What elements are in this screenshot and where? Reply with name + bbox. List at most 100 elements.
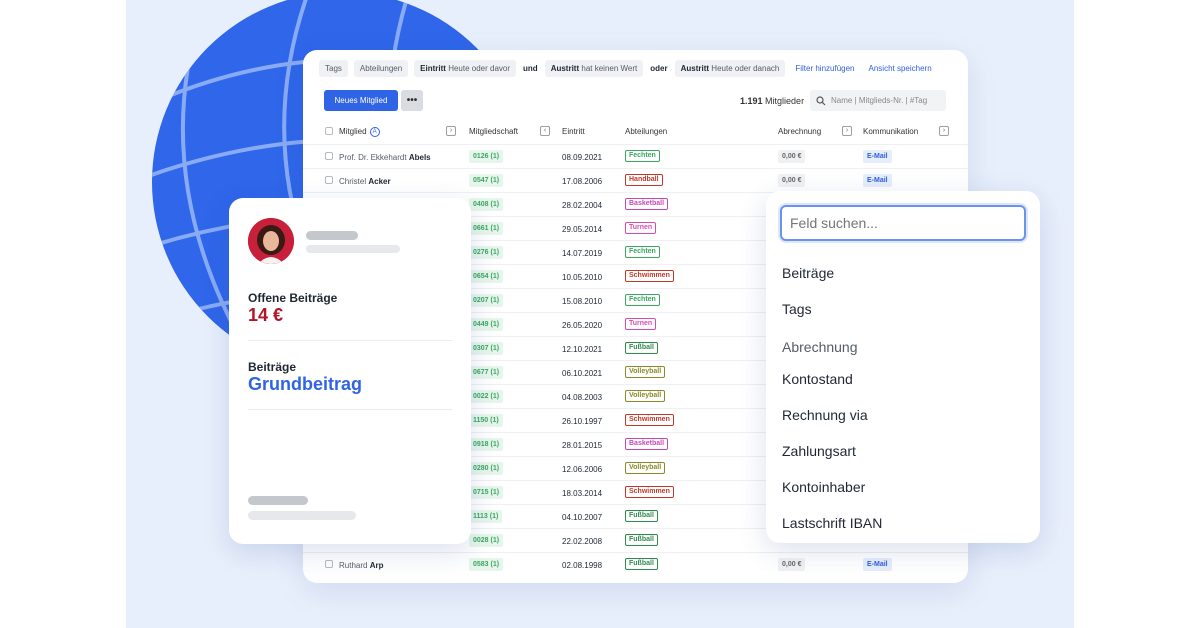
field-option[interactable]: Kontoinhaber — [782, 479, 865, 495]
department-tag: Fußball — [625, 342, 658, 354]
row-checkbox[interactable] — [325, 560, 333, 568]
entry-date: 12.06.2006 — [562, 465, 603, 474]
contributions-value[interactable]: Grundbeitrag — [248, 374, 362, 395]
member-name[interactable]: Christel Acker — [339, 177, 391, 186]
member-count: 1.191 Mitglieder — [740, 96, 804, 106]
entry-date: 29.05.2014 — [562, 225, 603, 234]
department-tag: Basketball — [625, 438, 669, 450]
entry-date: 28.02.2004 — [562, 201, 603, 210]
department-tag: Handball — [625, 174, 663, 186]
entry-date: 02.08.1998 — [562, 561, 603, 570]
table-row[interactable]: Christel Acker 0547 (1) 17.08.2006 Handball… — [303, 168, 968, 192]
department-tag: Fechten — [625, 150, 660, 162]
entry-date: 04.10.2007 — [562, 513, 603, 522]
select-all-checkbox[interactable] — [325, 127, 333, 135]
filter-austritt-value: hat keinen Wert — [581, 63, 638, 73]
more-actions-button[interactable]: ••• — [401, 90, 423, 111]
column-collapse-icon[interactable]: › — [446, 126, 456, 136]
communication-badge: E-Mail — [863, 150, 892, 163]
member-last-name: Abels — [408, 153, 431, 162]
name-placeholder — [306, 231, 358, 240]
department-tag: Basketball — [625, 198, 669, 210]
membership-badge: 0583 (1) — [469, 558, 504, 571]
table-row[interactable]: Prof. Dr. Ekkehardt Abels 0126 (1) 08.09.2… — [303, 144, 968, 168]
membership-badge: 0028 (1) — [469, 534, 504, 547]
balance-badge: 0,00 € — [778, 174, 806, 187]
column-kommunikation[interactable]: Kommunikation — [863, 127, 918, 136]
department-tag: Volleyball — [625, 462, 666, 474]
card-divider — [248, 340, 452, 341]
search-icon — [816, 95, 826, 105]
column-mitglied[interactable]: Mitglied A — [339, 127, 380, 137]
communication-badge: E-Mail — [863, 558, 892, 571]
new-member-button[interactable]: Neues Mitglied — [324, 90, 398, 111]
field-search-input[interactable] — [780, 205, 1026, 241]
entry-date: 10.05.2010 — [562, 273, 603, 282]
filter-conjunction-und: und — [523, 63, 538, 73]
field-group-header: Abrechnung — [782, 339, 858, 355]
membership-badge: 0715 (1) — [469, 486, 504, 499]
entry-date: 28.01.2015 — [562, 441, 603, 450]
member-last-name: Acker — [368, 177, 391, 186]
department-tag: Turnen — [625, 222, 657, 234]
footer-placeholder — [248, 511, 356, 520]
department-tag: Schwimmen — [625, 270, 674, 282]
member-name[interactable]: Prof. Dr. Ekkehardt Abels — [339, 153, 431, 162]
column-abteilungen[interactable]: Abteilungen — [625, 127, 667, 136]
row-checkbox[interactable] — [325, 176, 333, 184]
filter-eintritt-value: Heute oder davor — [448, 63, 511, 73]
communication-badge: E-Mail — [863, 174, 892, 187]
field-option[interactable]: Beiträge — [782, 265, 834, 281]
member-last-name: Arp — [369, 561, 384, 570]
column-collapse-icon[interactable]: › — [842, 126, 852, 136]
membership-badge: 0022 (1) — [469, 390, 504, 403]
filter-abteilungen[interactable]: Abteilungen — [353, 59, 409, 77]
column-abrechnung[interactable]: Abrechnung — [778, 127, 821, 136]
column-mitgliedschaft[interactable]: Mitgliedschaft — [469, 127, 518, 136]
member-card: Offene Beiträge 14 € Beiträge Grundbeitr… — [229, 198, 471, 544]
entry-date: 08.09.2021 — [562, 153, 603, 162]
balance-badge: 0,00 € — [778, 558, 806, 571]
balance-badge: 0,00 € — [778, 150, 806, 163]
member-first-name: Prof. Dr. Ekkehardt — [339, 153, 407, 162]
department-tag: Fußball — [625, 558, 658, 570]
save-view-link[interactable]: Ansicht speichern — [865, 64, 936, 73]
department-tag: Fechten — [625, 246, 660, 258]
field-option[interactable]: Tags — [782, 301, 812, 317]
membership-badge: 0307 (1) — [469, 342, 504, 355]
row-checkbox[interactable] — [325, 152, 333, 160]
department-tag: Schwimmen — [625, 414, 674, 426]
add-filter-link[interactable]: Filter hinzufügen — [791, 64, 858, 73]
member-first-name: Christel — [339, 177, 367, 186]
member-name[interactable]: Ruthard Arp — [339, 561, 383, 570]
field-option[interactable]: Kontostand — [782, 371, 853, 387]
column-eintritt[interactable]: Eintritt — [562, 127, 585, 136]
filter-austritt-empty[interactable]: Austritt hat keinen Wert — [544, 59, 644, 77]
filter-eintritt[interactable]: Eintritt Heute oder davor — [414, 59, 517, 77]
membership-badge: 0207 (1) — [469, 294, 504, 307]
avatar[interactable] — [248, 218, 294, 264]
membership-badge: 0449 (1) — [469, 318, 504, 331]
table-row[interactable]: Ruthard Arp 0583 (1) 02.08.1998 Fußball 0,00… — [303, 552, 968, 576]
filter-tags[interactable]: Tags — [319, 59, 348, 77]
member-count-label: Mitglieder — [765, 96, 805, 106]
entry-date: 06.10.2021 — [562, 369, 603, 378]
field-option[interactable]: Rechnung via — [782, 407, 868, 423]
sort-icon[interactable]: A — [369, 127, 380, 137]
avatar-image — [248, 218, 294, 264]
column-collapse-icon[interactable]: › — [939, 126, 949, 136]
field-option[interactable]: Lastschrift IBAN — [782, 515, 882, 531]
membership-badge: 0126 (1) — [469, 150, 504, 163]
field-option[interactable]: Zahlungsart — [782, 443, 856, 459]
entry-date: 14.07.2019 — [562, 249, 603, 258]
entry-date: 04.08.2003 — [562, 393, 603, 402]
field-picker-panel: Beiträge Tags Abrechnung Kontostand Rechnung… — [766, 191, 1040, 543]
membership-badge: 0918 (1) — [469, 438, 504, 451]
member-search-input[interactable]: Name | Mitglieds-Nr. | #Tag — [810, 90, 946, 111]
filter-austritt-future[interactable]: Austritt Heute oder danach — [674, 59, 786, 77]
entry-date: 17.08.2006 — [562, 177, 603, 186]
column-expand-icon[interactable]: ‹ — [540, 126, 550, 136]
department-tag: Fußball — [625, 534, 658, 546]
membership-badge: 0661 (1) — [469, 222, 504, 235]
membership-badge: 0654 (1) — [469, 270, 504, 283]
